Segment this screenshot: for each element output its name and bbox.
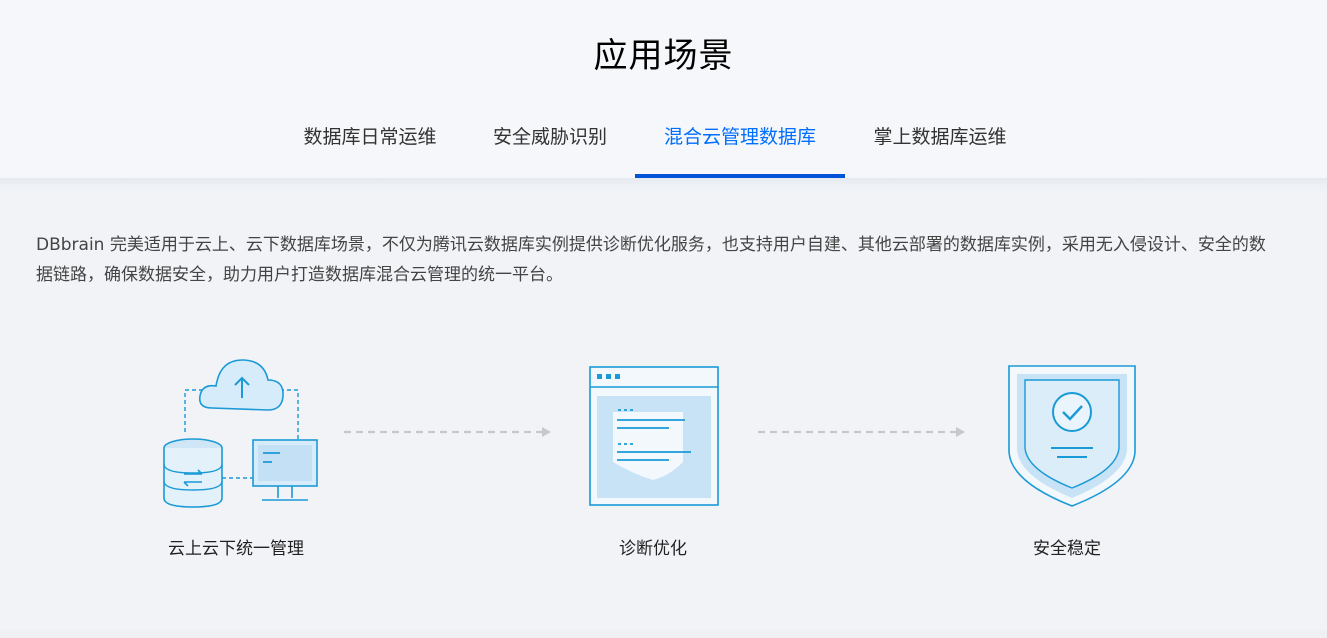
diagnosis-document-icon (589, 366, 719, 506)
tab-db-daily-ops[interactable]: 数据库日常运维 (290, 108, 450, 178)
scenario-description: DBbrain 完美适用于云上、云下数据库场景，不仅为腾讯云数据库实例提供诊断优… (36, 235, 1266, 285)
header-area: 应用场景 数据库日常运维 安全威胁识别 混合云管理数据库 掌上数据库运维 (0, 0, 1327, 178)
cloud-database-icon (163, 359, 318, 508)
tab-label: 掌上数据库运维 (873, 126, 1007, 148)
section-title: 应用场景 (593, 36, 734, 76)
tab-label: 数据库日常运维 (303, 126, 437, 148)
tab-label: 混合云管理数据库 (663, 126, 816, 148)
flow-label-security: 安全稳定 (1033, 539, 1101, 559)
flow-item-diagnosis: 诊断优化 (585, 364, 725, 559)
flow-item-security: 安全稳定 (1002, 364, 1142, 559)
tab-security-threat[interactable]: 安全威胁识别 (480, 108, 620, 178)
bottom-strip (0, 630, 1327, 638)
tab-content-panel: DBbrain 完美适用于云上、云下数据库场景，不仅为腾讯云数据库实例提供诊断优… (0, 192, 1327, 638)
tab-label: 安全威胁识别 (492, 126, 607, 148)
header-divider (0, 178, 1327, 192)
flow-label-unified-management: 云上云下统一管理 (168, 539, 304, 559)
flow-label-diagnosis: 诊断优化 (619, 539, 687, 559)
tab-bar: 数据库日常运维 安全威胁识别 混合云管理数据库 掌上数据库运维 (0, 108, 1327, 178)
flow-item-unified-management: 云上云下统一管理 (150, 352, 330, 559)
tab-hybrid-cloud[interactable]: 混合云管理数据库 (635, 108, 845, 178)
tab-mobile-db-ops[interactable]: 掌上数据库运维 (860, 108, 1020, 178)
flow-arrow-1 (344, 427, 551, 437)
flow-arrow-2 (758, 427, 965, 437)
shield-check-icon (1008, 365, 1136, 507)
